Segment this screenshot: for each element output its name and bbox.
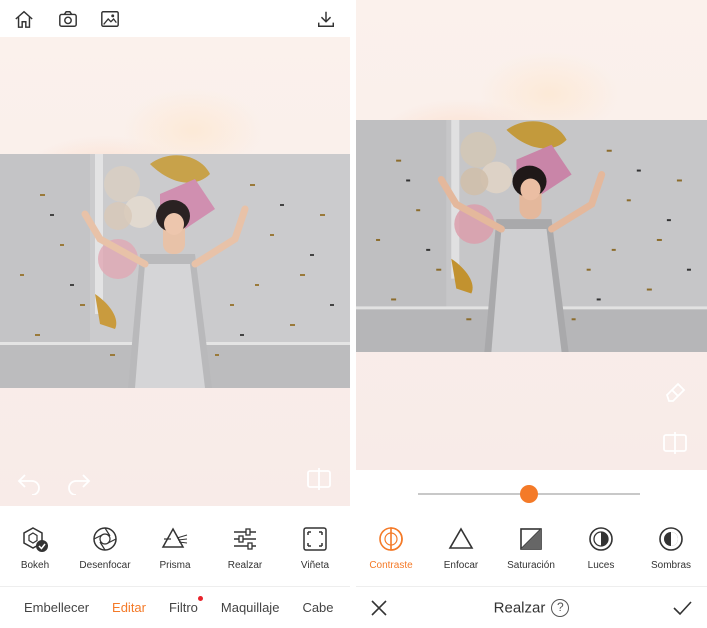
tab-cabello[interactable]: Cabe (290, 600, 344, 615)
bokeh-hexagon-icon (20, 524, 50, 554)
intensity-slider[interactable] (418, 485, 640, 503)
triangle-sharpen-icon (446, 524, 476, 554)
photo-canvas[interactable] (356, 120, 707, 352)
download-icon[interactable] (314, 8, 338, 30)
vignette-frame-icon (300, 524, 330, 554)
new-badge (197, 596, 203, 601)
slider-knob[interactable] (520, 485, 538, 503)
tool-vineta[interactable]: Viñeta (280, 524, 350, 571)
tool-luces[interactable]: Luces (566, 524, 636, 571)
category-tabs: Embellecer Editar Filtro Maquillaje Cabe (0, 586, 350, 628)
image-edit-icon[interactable] (98, 8, 122, 30)
tool-label: Saturación (507, 560, 555, 571)
tool-label: Sombras (650, 560, 691, 571)
eraser-icon[interactable] (660, 376, 690, 406)
tool-label: Luces (587, 560, 615, 571)
tab-editar[interactable]: Editar (100, 600, 157, 615)
tool-saturacion[interactable]: Saturación (496, 524, 566, 571)
tool-label: Viñeta (300, 560, 330, 571)
compare-icon[interactable] (660, 428, 690, 458)
tool-label: Prisma (159, 560, 191, 571)
tool-enfocar[interactable]: Enfocar (426, 524, 496, 571)
compare-icon[interactable] (304, 464, 334, 494)
editor-main-panel: Bokeh Desenfocar Prisma Realzar Viñeta E… (0, 0, 350, 628)
home-icon[interactable] (12, 8, 36, 30)
tool-label: Enfocar (443, 560, 479, 571)
tab-maquillaje[interactable]: Maquillaje (209, 600, 291, 615)
prism-icon (160, 524, 190, 554)
tool-label: Desenfocar (79, 560, 131, 571)
app-root: Bokeh Desenfocar Prisma Realzar Viñeta E… (0, 0, 707, 628)
tab-filtro[interactable]: Filtro (157, 596, 209, 615)
help-icon[interactable]: ? (551, 599, 570, 618)
tool-bokeh[interactable]: Bokeh (0, 524, 70, 571)
contrast-icon (376, 524, 406, 554)
saturation-square-icon (516, 524, 546, 554)
tool-realzar[interactable]: Realzar (210, 524, 280, 571)
realzar-bottom-bar: Realzar? (356, 586, 707, 628)
confirm-check-icon[interactable] (671, 597, 693, 619)
tool-contraste[interactable]: Contraste (356, 524, 426, 571)
tool-sombras[interactable]: Sombras (636, 524, 706, 571)
redo-icon[interactable] (64, 466, 94, 496)
sliders-icon (230, 524, 260, 554)
tool-desenfocar[interactable]: Desenfocar (70, 524, 140, 571)
edit-tools-row: Bokeh Desenfocar Prisma Realzar Viñeta (0, 524, 350, 571)
aperture-icon (90, 524, 120, 554)
shadows-circle-icon (656, 524, 686, 554)
tab-embellecer[interactable]: Embellecer (0, 600, 100, 615)
realzar-tools-row: Contraste Enfocar Saturación Luces Sombr… (356, 524, 707, 571)
highlights-circle-icon (586, 524, 616, 554)
tool-prisma[interactable]: Prisma (140, 524, 210, 571)
photo-canvas[interactable] (0, 154, 350, 388)
undo-icon[interactable] (14, 466, 44, 496)
panel-title-text: Realzar (493, 599, 546, 617)
panel-title: Realzar? (356, 599, 707, 618)
camera-icon[interactable] (56, 8, 80, 30)
realzar-panel: Contraste Enfocar Saturación Luces Sombr… (356, 0, 707, 628)
tab-label: Filtro (169, 600, 198, 615)
tool-label: Bokeh (20, 560, 50, 571)
tool-label: Realzar (227, 560, 263, 571)
tool-label: Contraste (369, 560, 413, 571)
